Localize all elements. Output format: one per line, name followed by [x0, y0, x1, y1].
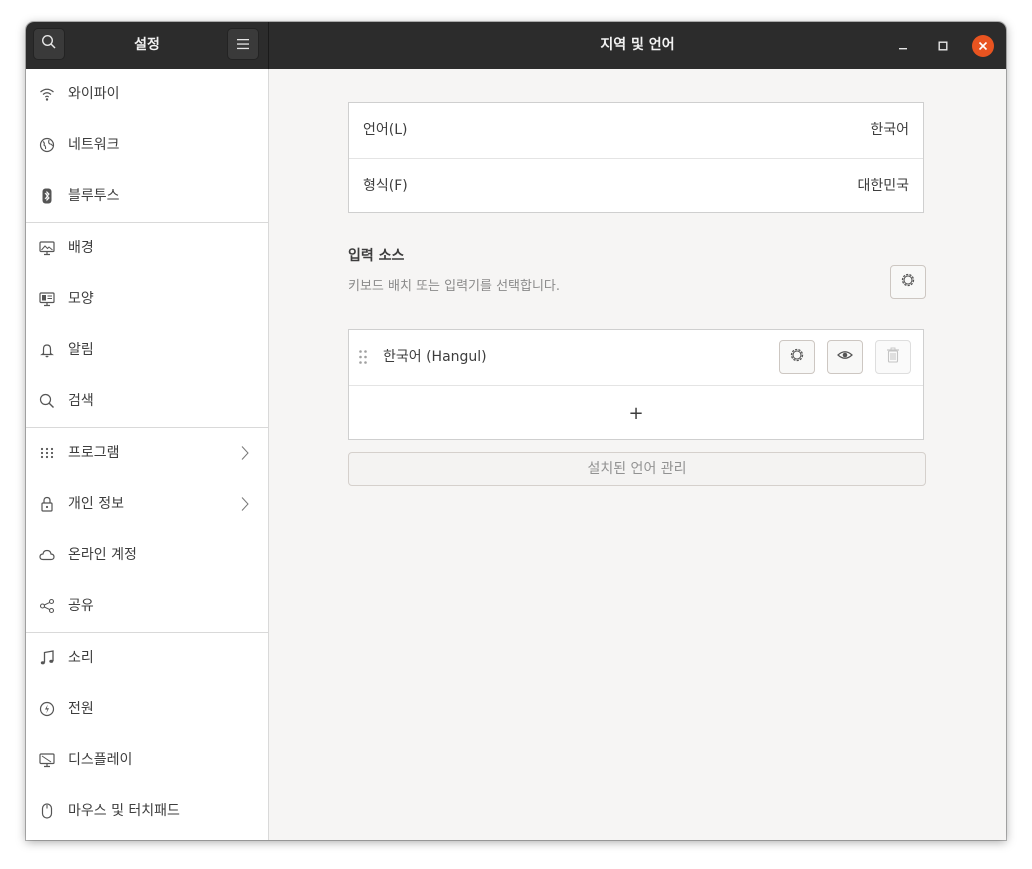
formats-row[interactable]: 형식(F) 대한민국: [349, 159, 923, 214]
formats-value: 대한민국: [857, 178, 909, 194]
close-button[interactable]: [972, 35, 994, 57]
language-row[interactable]: 언어(L) 한국어: [349, 103, 923, 158]
language-value: 한국어: [870, 122, 909, 138]
sidebar-item-label: 와이파이: [68, 86, 120, 102]
appearance-icon: [39, 291, 55, 307]
music-note-icon: [39, 650, 55, 666]
sidebar-item-label: 소리: [68, 650, 94, 666]
sidebar-item-wifi[interactable]: 와이파이: [26, 69, 268, 120]
sidebar-item-label: 모양: [68, 291, 94, 307]
chevron-right-icon: [240, 496, 250, 512]
header-bar: 설정 지역 및 언어: [26, 22, 1006, 69]
sidebar-item-label: 블루투스: [68, 188, 120, 204]
eye-icon: [837, 347, 853, 367]
sidebar: 와이파이 네트워크 블루투스 배경 모양 알림 검색 프로그램 개인 정보 온라…: [26, 69, 269, 840]
sidebar-item-search[interactable]: 검색: [26, 376, 268, 427]
input-sources-options-button[interactable]: [890, 265, 926, 299]
sidebar-item-displays[interactable]: 디스플레이: [26, 735, 268, 786]
sidebar-item-label: 알림: [68, 342, 94, 358]
sidebar-item-sound[interactable]: 소리: [26, 633, 268, 684]
network-globe-icon: [39, 137, 55, 153]
sidebar-item-label: 프로그램: [68, 445, 120, 461]
sidebar-item-notifications[interactable]: 알림: [26, 325, 268, 376]
sidebar-item-label: 공유: [68, 598, 94, 614]
sidebar-title: 설정: [134, 37, 160, 53]
input-source-settings-button[interactable]: [779, 340, 815, 374]
wifi-icon: [39, 86, 55, 102]
apps-grid-icon: [39, 445, 55, 461]
region-settings-list: 언어(L) 한국어 형식(F) 대한민국: [348, 102, 924, 213]
input-source-preview-button[interactable]: [827, 340, 863, 374]
menu-button[interactable]: [227, 28, 259, 60]
sidebar-item-appearance[interactable]: 모양: [26, 274, 268, 325]
chevron-right-icon: [240, 445, 250, 461]
sidebar-item-privacy[interactable]: 개인 정보: [26, 479, 268, 530]
settings-window: 설정 지역 및 언어 와이파이 네트워크 블루투스 배경 모양 알림 검색 프로…: [26, 22, 1006, 840]
sidebar-item-label: 배경: [68, 240, 94, 256]
close-icon: [977, 37, 989, 56]
background-monitor-icon: [39, 240, 55, 256]
sidebar-item-label: 전원: [68, 701, 94, 717]
manage-installed-languages-button[interactable]: 설치된 언어 관리: [348, 452, 926, 486]
trash-icon: [885, 347, 901, 367]
input-sources-description: 키보드 배치 또는 입력기를 선택합니다.: [348, 279, 561, 294]
input-sources-list: 한국어 (Hangul) +: [348, 329, 924, 440]
bluetooth-icon: [39, 188, 55, 204]
sidebar-item-label: 디스플레이: [68, 752, 133, 768]
input-source-name: 한국어 (Hangul): [383, 349, 487, 365]
sidebar-item-background[interactable]: 배경: [26, 223, 268, 274]
share-icon: [39, 598, 55, 614]
drag-handle-icon[interactable]: [358, 349, 368, 365]
hamburger-menu-icon: [236, 35, 250, 54]
display-icon: [39, 752, 55, 768]
sidebar-item-online-accounts[interactable]: 온라인 계정: [26, 530, 268, 581]
sidebar-item-bluetooth[interactable]: 블루투스: [26, 171, 268, 222]
formats-label: 형식(F): [363, 178, 408, 194]
power-icon: [39, 701, 55, 717]
sidebar-item-label: 온라인 계정: [68, 547, 137, 563]
search-icon: [39, 393, 55, 409]
sidebar-item-applications[interactable]: 프로그램: [26, 428, 268, 479]
sidebar-item-power[interactable]: 전원: [26, 684, 268, 735]
sidebar-item-label: 마우스 및 터치패드: [68, 803, 180, 819]
minimize-icon: [897, 37, 909, 56]
language-label: 언어(L): [363, 122, 408, 138]
maximize-icon: [937, 37, 949, 56]
gear-icon: [900, 272, 916, 292]
input-sources-title: 입력 소스: [348, 248, 405, 264]
sidebar-item-mouse-touchpad[interactable]: 마우스 및 터치패드: [26, 786, 268, 837]
sidebar-item-sharing[interactable]: 공유: [26, 581, 268, 632]
mouse-icon: [39, 803, 55, 819]
bell-icon: [39, 342, 55, 358]
sidebar-item-label: 검색: [68, 393, 94, 409]
sidebar-item-label: 네트워크: [68, 137, 120, 153]
input-source-row[interactable]: 한국어 (Hangul): [349, 330, 923, 385]
cloud-icon: [39, 547, 55, 563]
add-input-source-button[interactable]: +: [349, 386, 923, 441]
search-button[interactable]: [33, 28, 65, 60]
minimize-button[interactable]: [892, 35, 914, 57]
maximize-button[interactable]: [932, 35, 954, 57]
sidebar-item-network[interactable]: 네트워크: [26, 120, 268, 171]
lock-icon: [39, 496, 55, 512]
search-icon: [41, 34, 57, 54]
sidebar-item-label: 개인 정보: [68, 496, 124, 512]
sidebar-header: 설정: [26, 22, 269, 69]
add-icon: +: [628, 403, 644, 424]
gear-icon: [789, 347, 805, 367]
main-content: 언어(L) 한국어 형식(F) 대한민국 입력 소스 키보드 배치 또는 입력기…: [269, 69, 1006, 840]
input-source-remove-button[interactable]: [875, 340, 911, 374]
